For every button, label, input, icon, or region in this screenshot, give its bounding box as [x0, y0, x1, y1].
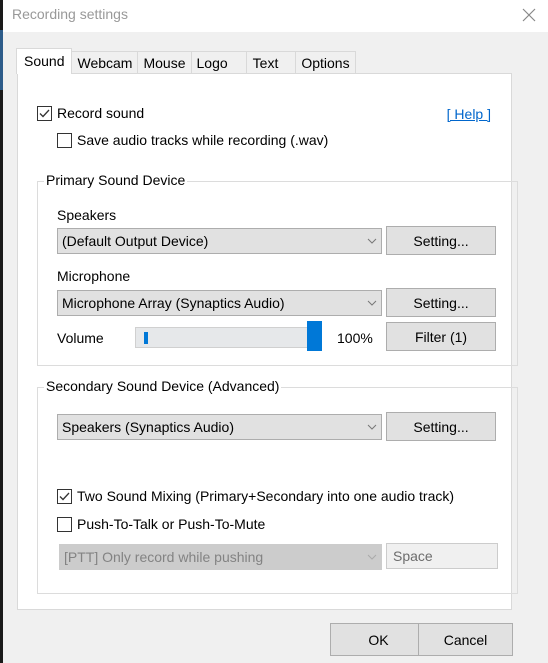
cancel-button[interactable]: Cancel [418, 623, 513, 656]
save-wav-checkbox[interactable]: Save audio tracks while recording (.wav) [57, 132, 328, 148]
push-to-talk-label: Push-To-Talk or Push-To-Mute [77, 516, 266, 532]
ok-button[interactable]: OK [330, 623, 427, 656]
checkmark-icon [39, 109, 50, 117]
checkmark-icon [59, 492, 70, 500]
tab-options[interactable]: Options [295, 51, 356, 74]
volume-slider-thumb[interactable] [307, 321, 322, 351]
sound-tab-panel: Record sound [ Help ] Save audio tracks … [17, 73, 518, 610]
push-to-talk-checkbox[interactable]: Push-To-Talk or Push-To-Mute [57, 516, 265, 532]
volume-slider[interactable] [135, 327, 322, 348]
speakers-label: Speakers [57, 207, 117, 223]
secondary-sound-device-group: Secondary Sound Device (Advanced) Speake… [37, 378, 518, 594]
speakers-dropdown[interactable]: (Default Output Device) [57, 228, 382, 254]
window-title: Recording settings [12, 6, 128, 22]
save-wav-label: Save audio tracks while recording (.wav) [77, 132, 329, 148]
secondary-device-value: Speakers (Synaptics Audio) [62, 419, 234, 435]
microphone-setting-button[interactable]: Setting... [386, 288, 496, 317]
ptt-mode-dropdown[interactable]: [PTT] Only record while pushing [59, 544, 382, 570]
speakers-setting-button[interactable]: Setting... [386, 226, 496, 255]
checkbox-box [57, 488, 72, 504]
primary-sound-device-group: Primary Sound Device Speakers (Default O… [37, 172, 518, 366]
audio-level-indicator [144, 332, 148, 344]
record-sound-checkbox[interactable]: Record sound [37, 105, 144, 121]
microphone-dropdown[interactable]: Microphone Array (Synaptics Audio) [57, 290, 382, 316]
close-icon[interactable] [518, 4, 540, 26]
filter-button[interactable]: Filter (1) [386, 322, 496, 351]
checkbox-box [57, 132, 72, 148]
chevron-down-icon [363, 424, 381, 430]
tab-sound[interactable]: Sound [16, 48, 73, 74]
secondary-device-dropdown[interactable]: Speakers (Synaptics Audio) [57, 414, 382, 440]
record-sound-label: Record sound [57, 105, 145, 121]
background-window-edge [0, 0, 3, 663]
tab-bar: Sound Webcam Mouse Logo Text Options [16, 48, 356, 74]
microphone-label: Microphone [57, 268, 131, 284]
secondary-setting-button[interactable]: Setting... [386, 412, 496, 441]
volume-label: Volume [57, 330, 104, 346]
speakers-dropdown-value: (Default Output Device) [62, 233, 209, 249]
volume-percent: 100% [337, 330, 373, 346]
help-link[interactable]: [ Help ] [447, 106, 491, 122]
primary-group-title: Primary Sound Device [44, 172, 188, 188]
checkbox-box [57, 516, 72, 532]
title-bar: Recording settings [3, 0, 548, 32]
ptt-hotkey-field[interactable]: Space [386, 543, 498, 569]
chevron-down-icon [363, 554, 381, 560]
two-sound-mixing-label: Two Sound Mixing (Primary+Secondary into… [77, 488, 455, 504]
secondary-group-title: Secondary Sound Device (Advanced) [44, 378, 282, 394]
tab-webcam[interactable]: Webcam [71, 51, 139, 74]
chevron-down-icon [363, 238, 381, 244]
tab-logo[interactable]: Logo [190, 51, 247, 74]
tab-mouse[interactable]: Mouse [137, 51, 192, 74]
two-sound-mixing-checkbox[interactable]: Two Sound Mixing (Primary+Secondary into… [57, 488, 454, 504]
ptt-mode-value: [PTT] Only record while pushing [64, 549, 264, 565]
chevron-down-icon [363, 300, 381, 306]
checkbox-box [37, 105, 52, 121]
microphone-dropdown-value: Microphone Array (Synaptics Audio) [62, 295, 285, 311]
tab-text[interactable]: Text [245, 51, 297, 74]
